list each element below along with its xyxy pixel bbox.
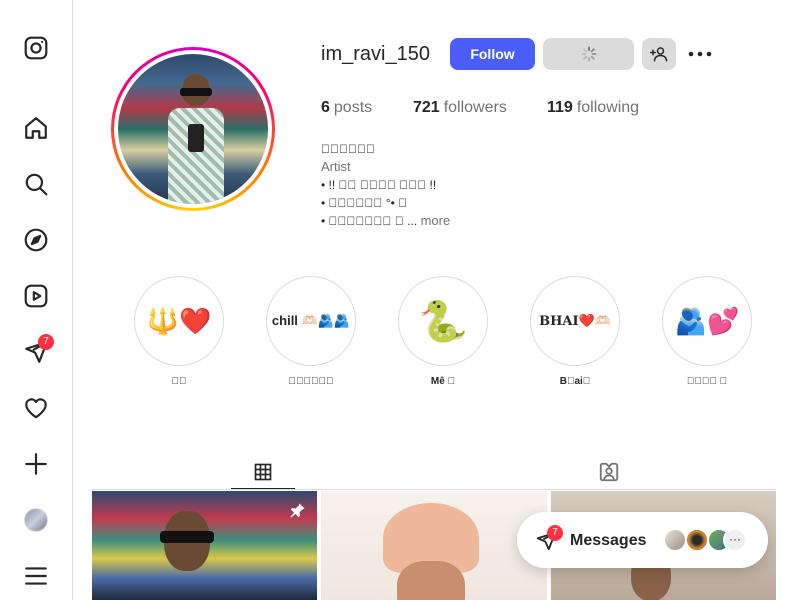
highlight-label: 􀀀􀀀 [171,376,187,387]
more-conversations-icon: ··· [723,528,747,552]
highlight-label: B􀀀ai􀀀 [559,376,591,387]
pinned-icon [290,503,305,518]
bio-category: Artist [321,159,351,174]
profile-bio: 􀀀􀀀􀀀􀀀􀀀􀀀 Artist • !! 􀀀􀀀 􀀀􀀀􀀀􀀀 􀀀􀀀􀀀 !! • 􀀀􀀀􀀀􀀀… [321,140,450,230]
bio-line: • 􀀀􀀀􀀀􀀀􀀀􀀀􀀀 􀀀 ... [321,214,418,228]
avatar [24,508,48,532]
more-dots-icon [688,51,712,57]
post-thumbnail[interactable] [92,491,317,600]
suggested-accounts-button[interactable] [642,38,676,70]
followers-label: followers [443,99,507,116]
following-label: following [576,99,640,116]
loading-spinner-icon [580,46,597,62]
home-icon[interactable] [22,114,50,142]
post-thumbnail[interactable] [321,491,547,600]
search-icon[interactable] [22,170,50,198]
tab-tagged[interactable] [577,455,641,489]
highlight-cover: chill 🫶🏻🫂🫂 [271,281,351,361]
profile-picture [118,54,268,204]
tabs-divider [92,489,776,490]
profile-avatar[interactable] [22,506,50,534]
explore-icon[interactable] [22,226,50,254]
following-stat[interactable]: 119 following [547,99,639,117]
reels-icon[interactable] [22,282,50,310]
bio-line: • !! 􀀀􀀀 􀀀􀀀􀀀􀀀 􀀀􀀀􀀀 !! [321,178,437,192]
highlight-label: 􀀀􀀀􀀀􀀀􀀀􀀀 [288,376,334,387]
profile-username: im_ravi_150 [321,43,430,65]
more-options-button[interactable] [686,42,714,66]
bio-line-truncated: • 􀀀􀀀􀀀􀀀􀀀􀀀􀀀 􀀀 ... more [321,212,450,230]
messages-floating-button[interactable]: 7 Messages ··· [517,512,768,568]
messages-icon[interactable]: 7 [22,334,54,366]
messages-badge: 7 [547,525,563,541]
story-highlight[interactable]: 🫂💕 􀀀􀀀􀀀􀀀 􀀀 [662,276,752,387]
following-count: 119 [547,99,573,116]
menu-icon[interactable] [22,562,50,590]
avatar [685,528,709,552]
grid-icon [254,463,272,480]
bio-line: • 􀀀􀀀􀀀􀀀􀀀􀀀 °• 􀀀 [321,196,408,210]
posts-count: 6 [321,99,330,116]
followers-stat[interactable]: 721 followers [413,99,547,117]
messages-label: Messages [570,532,647,549]
followers-count: 721 [413,99,440,116]
highlight-label: 􀀀􀀀􀀀􀀀 􀀀 [686,376,728,387]
messages-badge: 7 [38,334,54,350]
avatar [663,528,687,552]
notifications-icon[interactable] [22,394,50,422]
posts-stat: 6 posts [321,99,413,117]
tagged-icon [599,462,619,482]
story-highlight[interactable]: 🐍 Mê 􀀀 [398,276,488,387]
bio-more-link[interactable]: more [421,213,451,228]
tab-posts[interactable] [231,455,295,489]
story-highlight[interactable]: 🔱❤️ 􀀀􀀀 [134,276,224,387]
follow-button[interactable]: Follow [450,38,535,70]
highlight-cover: 🔱❤️ [139,281,219,361]
posts-label: posts [333,99,373,116]
highlight-cover: 🐍 [403,281,483,361]
profile-picture-story-ring[interactable] [111,47,275,211]
profile-stats: 6 posts 721 followers 119 following [321,99,639,117]
left-nav-rail: 7 [0,0,73,600]
story-highlight[interactable]: chill 🫶🏻🫂🫂 􀀀􀀀􀀀􀀀􀀀􀀀 [266,276,356,387]
highlight-label: Mê 􀀀 [430,376,456,387]
message-button-loading[interactable] [543,38,634,70]
bio-display-name: 􀀀􀀀􀀀􀀀􀀀􀀀 [321,142,375,156]
story-highlight[interactable]: BHAI❤️🫶🏻 B􀀀ai􀀀 [530,276,620,387]
highlight-cover: BHAI❤️🫶🏻 [535,281,615,361]
instagram-logo-icon[interactable] [22,34,50,62]
add-person-icon [650,47,668,62]
highlight-cover: 🫂💕 [667,281,747,361]
create-icon[interactable] [22,450,50,478]
